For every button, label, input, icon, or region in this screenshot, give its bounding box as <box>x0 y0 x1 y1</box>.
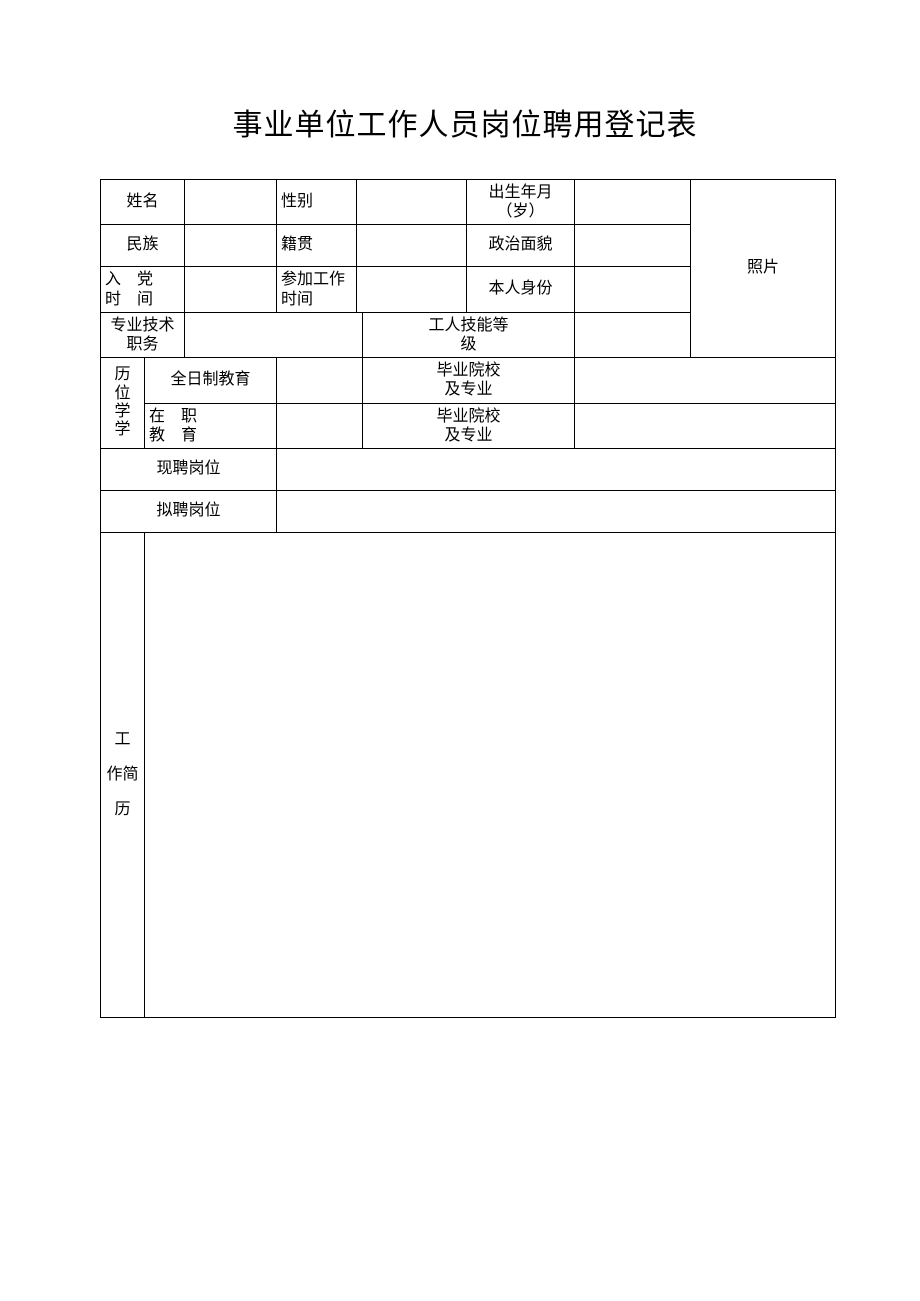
label-grad-school-1: 毕业院校 及专业 <box>363 358 575 403</box>
label-party-join: 入 党 时 间 <box>101 267 185 312</box>
value-birth <box>575 180 691 225</box>
value-current-post <box>277 448 836 490</box>
label-skill-level: 工人技能等 级 <box>363 312 575 357</box>
label-ethnicity: 民族 <box>101 225 185 267</box>
value-fulltime-edu <box>277 358 363 403</box>
label-name: 姓名 <box>101 180 185 225</box>
value-onjob-edu <box>277 403 363 448</box>
value-political <box>575 225 691 267</box>
value-work-history <box>145 532 836 1017</box>
value-name <box>185 180 277 225</box>
photo-cell: 照片 <box>691 180 836 358</box>
label-grad-school-2: 毕业院校 及专业 <box>363 403 575 448</box>
label-fulltime-edu: 全日制教育 <box>145 358 277 403</box>
value-identity <box>575 267 691 312</box>
value-party-join <box>185 267 277 312</box>
value-fulltime-school <box>575 358 836 403</box>
label-pro-title: 专业技术 职务 <box>101 312 185 357</box>
value-work-start <box>357 267 467 312</box>
label-onjob-edu: 在 职 教 育 <box>145 403 277 448</box>
label-identity: 本人身份 <box>467 267 575 312</box>
value-pro-title <box>185 312 363 357</box>
label-current-post: 现聘岗位 <box>101 448 277 490</box>
value-native-place <box>357 225 467 267</box>
value-gender <box>357 180 467 225</box>
registration-form-table: 姓名 性别 出生年月 （岁） 照片 民族 籍贯 政治面貌 入 党 时 间 参加工… <box>100 179 836 1018</box>
label-work-start: 参加工作 时间 <box>277 267 357 312</box>
label-proposed-post: 拟聘岗位 <box>101 490 277 532</box>
label-political: 政治面貌 <box>467 225 575 267</box>
value-proposed-post <box>277 490 836 532</box>
page-title: 事业单位工作人员岗位聘用登记表 <box>100 100 830 144</box>
value-onjob-school <box>575 403 836 448</box>
label-native-place: 籍贯 <box>277 225 357 267</box>
value-ethnicity <box>185 225 277 267</box>
label-gender: 性别 <box>277 180 357 225</box>
value-skill-level <box>575 312 691 357</box>
label-work-history: 工 作简 历 <box>101 532 145 1017</box>
label-birth: 出生年月 （岁） <box>467 180 575 225</box>
label-education-degree: 历 位 学 学 <box>101 358 145 449</box>
